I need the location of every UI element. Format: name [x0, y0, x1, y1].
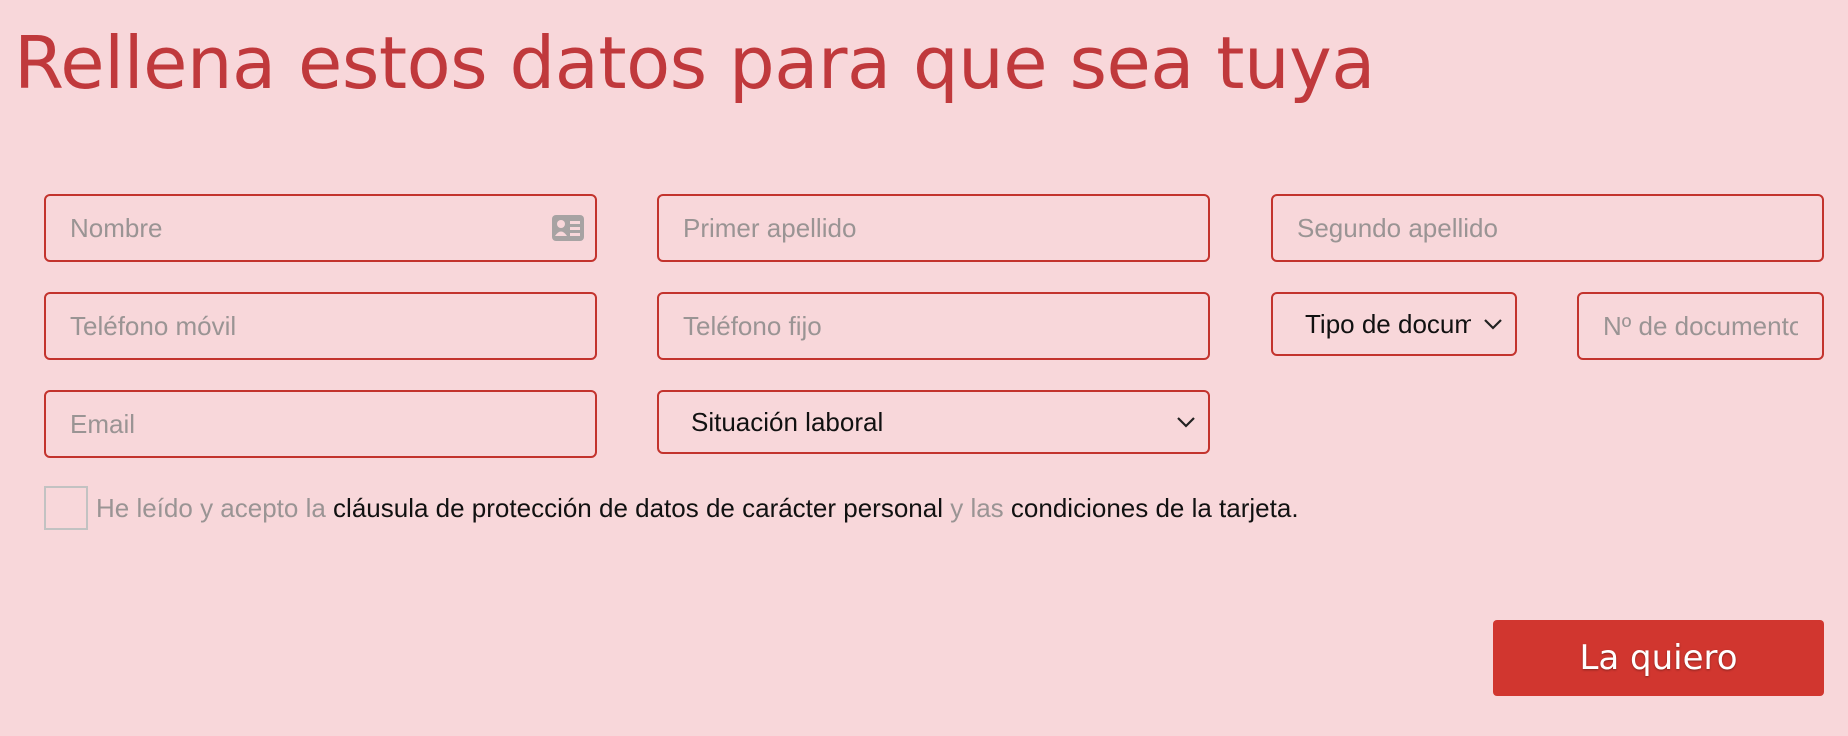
- consent-text-2: y las: [950, 492, 1004, 523]
- primer-apellido-field-wrapper: [657, 194, 1210, 262]
- submit-button[interactable]: La quiero: [1493, 620, 1824, 696]
- chevron-down-icon: [1471, 318, 1515, 330]
- consent-row: He leído y acepto la cláusula de protecc…: [44, 486, 1299, 530]
- telefono-movil-input[interactable]: [46, 294, 595, 358]
- chevron-down-icon: [1164, 416, 1208, 428]
- consent-checkbox[interactable]: [44, 486, 88, 530]
- tipo-documento-select[interactable]: Tipo de documento: [1271, 292, 1517, 356]
- numero-documento-input[interactable]: [1579, 294, 1822, 358]
- consent-text-1: He leído y acepto la: [96, 492, 326, 523]
- email-input[interactable]: [46, 392, 595, 456]
- situacion-laboral-select[interactable]: Situación laboral: [657, 390, 1210, 454]
- telefono-movil-field-wrapper: [44, 292, 597, 360]
- page-title: Rellena estos datos para que sea tuya: [14, 21, 1375, 105]
- numero-documento-field-wrapper: [1577, 292, 1824, 360]
- data-protection-link[interactable]: cláusula de protección de datos de carác…: [333, 493, 943, 524]
- nombre-field-wrapper: [44, 194, 597, 262]
- telefono-fijo-field-wrapper: [657, 292, 1210, 360]
- primer-apellido-input[interactable]: [659, 196, 1208, 260]
- segundo-apellido-field-wrapper: [1271, 194, 1824, 262]
- telefono-fijo-input[interactable]: [659, 294, 1208, 358]
- segundo-apellido-input[interactable]: [1273, 196, 1822, 260]
- situacion-laboral-value: Situación laboral: [691, 406, 884, 437]
- tipo-documento-value: Tipo de documento: [1305, 308, 1471, 339]
- nombre-input[interactable]: [46, 196, 595, 260]
- id-card-icon: [551, 212, 585, 244]
- email-field-wrapper: [44, 390, 597, 458]
- card-conditions-link[interactable]: condiciones de la tarjeta.: [1011, 493, 1299, 524]
